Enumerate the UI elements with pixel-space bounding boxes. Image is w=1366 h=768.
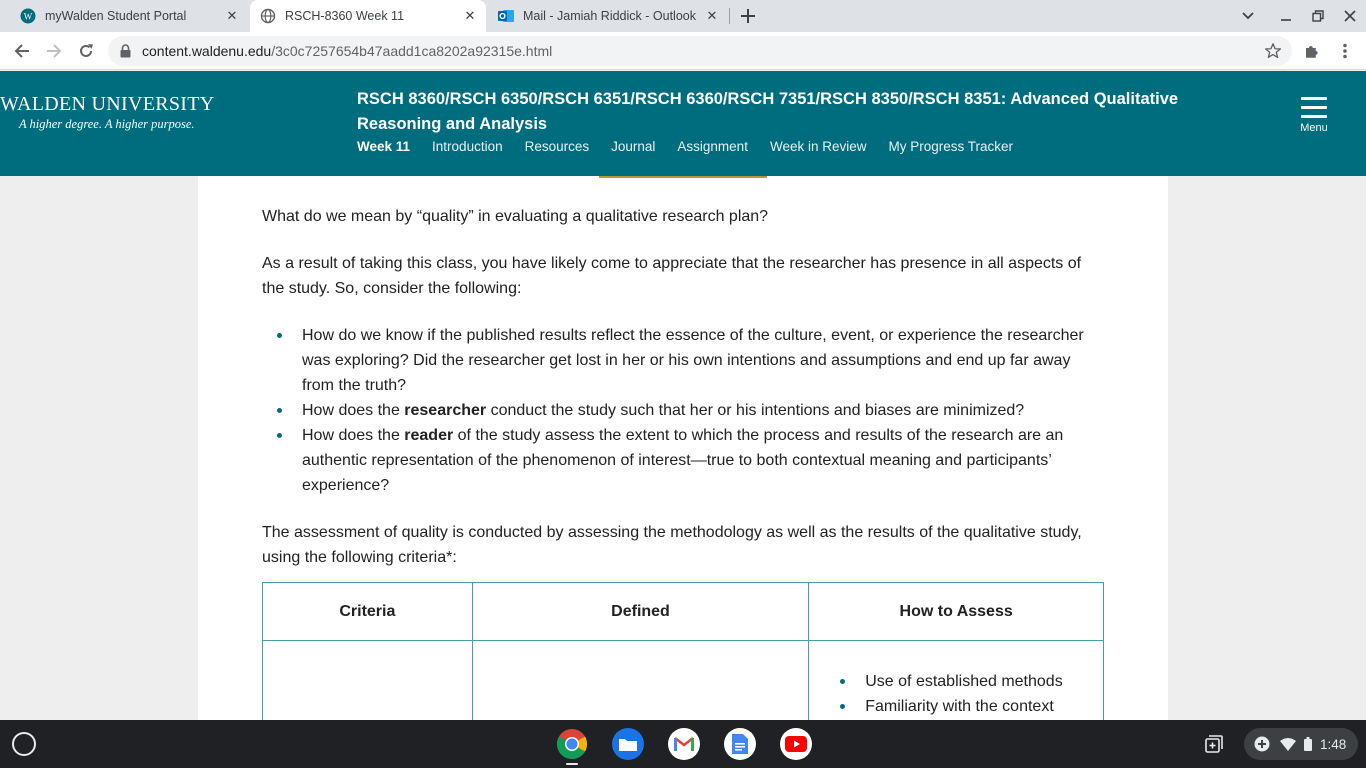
close-icon[interactable]: ✕ bbox=[224, 8, 240, 24]
hamburger-icon bbox=[1296, 97, 1332, 118]
minimize-icon bbox=[1281, 19, 1291, 21]
gmail-icon[interactable] bbox=[668, 728, 700, 760]
forward-button[interactable] bbox=[42, 39, 66, 63]
nav-my-progress-tracker[interactable]: My Progress Tracker bbox=[889, 139, 1014, 154]
address-bar[interactable]: content.waldenu.edu/3c0c7257654b47aadd1c… bbox=[108, 36, 1292, 66]
docs-icon[interactable] bbox=[724, 728, 756, 760]
status-tray[interactable]: 1:48 bbox=[1244, 728, 1358, 760]
menu-label: Menu bbox=[1300, 122, 1328, 134]
list-item: Familiarity with the context bbox=[825, 694, 1103, 719]
consider-list: How do we know if the published results … bbox=[262, 323, 1106, 498]
browser-toolbar: content.waldenu.edu/3c0c7257654b47aadd1c… bbox=[0, 32, 1366, 70]
tab-title: Mail - Jamiah Riddick - Outlook bbox=[523, 9, 696, 23]
tab-divider bbox=[729, 8, 730, 24]
reload-icon bbox=[80, 44, 93, 57]
lock-icon bbox=[120, 44, 131, 58]
nav-introduction[interactable]: Introduction bbox=[432, 139, 503, 154]
tab-title: RSCH-8360 Week 11 bbox=[285, 9, 405, 23]
criteria-table: Criteria Defined How to Assess Use of es… bbox=[262, 582, 1104, 720]
new-tab-button[interactable] bbox=[738, 6, 758, 26]
back-button[interactable] bbox=[10, 39, 34, 63]
url-text: content.waldenu.edu/3c0c7257654b47aadd1c… bbox=[142, 43, 553, 59]
nav-resources[interactable]: Resources bbox=[525, 139, 590, 154]
svg-text:W: W bbox=[24, 12, 33, 22]
clock: 1:48 bbox=[1320, 736, 1347, 752]
nav-week-in-review[interactable]: Week in Review bbox=[770, 139, 867, 154]
tab-outlook[interactable]: Mail - Jamiah Riddick - Outlook ✕ bbox=[488, 0, 728, 32]
menu-button[interactable]: Menu bbox=[1296, 97, 1332, 134]
bookmark-star-icon bbox=[1264, 43, 1282, 59]
close-window-button[interactable] bbox=[1340, 6, 1360, 26]
extensions-button[interactable] bbox=[1300, 39, 1324, 63]
nav-assignment[interactable]: Assignment bbox=[677, 139, 748, 154]
restore-button[interactable] bbox=[1308, 6, 1328, 26]
chrome-icon[interactable] bbox=[556, 728, 588, 760]
os-shelf: 1:48 bbox=[0, 720, 1366, 768]
walden-w-icon: W bbox=[20, 8, 36, 24]
active-app-indicator bbox=[566, 763, 578, 765]
nav-week-11[interactable]: Week 11 bbox=[357, 139, 410, 154]
criteria-cell bbox=[262, 640, 473, 720]
tab-search-button[interactable] bbox=[1238, 6, 1258, 26]
arrow-left-icon bbox=[14, 44, 29, 58]
files-icon[interactable] bbox=[612, 728, 644, 760]
active-nav-indicator bbox=[599, 176, 767, 178]
header-criteria: Criteria bbox=[262, 582, 473, 641]
logo-tagline: A higher degree. A higher purpose. bbox=[19, 117, 195, 131]
add-circle-icon bbox=[1254, 736, 1270, 752]
assess-cell: Use of established methods Familiarity w… bbox=[808, 640, 1104, 720]
plus-icon bbox=[741, 9, 755, 23]
assessment-paragraph: The assessment of quality is conducted b… bbox=[262, 524, 1082, 566]
chevron-down-icon bbox=[1242, 12, 1254, 20]
list-item: How do we know if the published results … bbox=[262, 323, 1106, 398]
battery-icon bbox=[1304, 737, 1312, 751]
intro-question: What do we mean by “quality” in evaluati… bbox=[262, 208, 769, 225]
minimize-button[interactable] bbox=[1276, 6, 1296, 26]
more-vertical-icon bbox=[1343, 43, 1347, 59]
tab-title: myWalden Student Portal bbox=[45, 9, 187, 23]
defined-cell bbox=[471, 640, 810, 720]
walden-logo[interactable]: WALDEN UNIVERSITY A higher degree. A hig… bbox=[0, 93, 215, 132]
launcher-icon[interactable] bbox=[12, 732, 36, 756]
puzzle-icon bbox=[1306, 46, 1318, 58]
header-how-to-assess: How to Assess bbox=[808, 582, 1104, 641]
youtube-icon[interactable] bbox=[780, 728, 812, 760]
close-icon bbox=[1344, 10, 1356, 22]
screenshot-icon[interactable] bbox=[1200, 730, 1228, 758]
table-header-row: Criteria Defined How to Assess bbox=[262, 582, 1104, 641]
list-item: Use of established methods bbox=[825, 669, 1103, 694]
globe-icon bbox=[260, 8, 276, 24]
intro-paragraph: As a result of taking this class, you ha… bbox=[262, 255, 1082, 297]
course-header: WALDEN UNIVERSITY A higher degree. A hig… bbox=[0, 71, 1366, 176]
logo-name: WALDEN UNIVERSITY bbox=[0, 93, 215, 115]
list-item: How does the researcher conduct the stud… bbox=[262, 398, 1106, 423]
browser-menu-button[interactable] bbox=[1333, 39, 1357, 63]
list-item: How does the reader of the study assess … bbox=[262, 423, 1106, 498]
wifi-icon bbox=[1280, 737, 1296, 751]
outlook-icon bbox=[498, 8, 514, 24]
close-icon[interactable]: ✕ bbox=[462, 8, 478, 24]
content-card: What do we mean by “quality” in evaluati… bbox=[198, 176, 1168, 720]
close-icon[interactable]: ✕ bbox=[704, 8, 720, 24]
course-nav: Week 11 Introduction Resources Journal A… bbox=[357, 139, 1035, 154]
course-title: RSCH 8360/RSCH 6350/RSCH 6351/RSCH 6360/… bbox=[357, 90, 1179, 133]
restore-icon bbox=[1312, 10, 1324, 22]
header-defined: Defined bbox=[471, 582, 810, 641]
tab-strip: W myWalden Student Portal ✕ RSCH-8360 We… bbox=[0, 0, 1366, 32]
reload-button[interactable] bbox=[74, 39, 98, 63]
nav-journal[interactable]: Journal bbox=[611, 139, 655, 154]
arrow-right-icon bbox=[47, 44, 62, 58]
article-body: What do we mean by “quality” in evaluati… bbox=[262, 204, 1106, 720]
table-row: Use of established methods Familiarity w… bbox=[262, 640, 1104, 720]
tab-rsch-week11[interactable]: RSCH-8360 Week 11 ✕ bbox=[250, 0, 486, 32]
tab-mywalden[interactable]: W myWalden Student Portal ✕ bbox=[8, 0, 248, 32]
